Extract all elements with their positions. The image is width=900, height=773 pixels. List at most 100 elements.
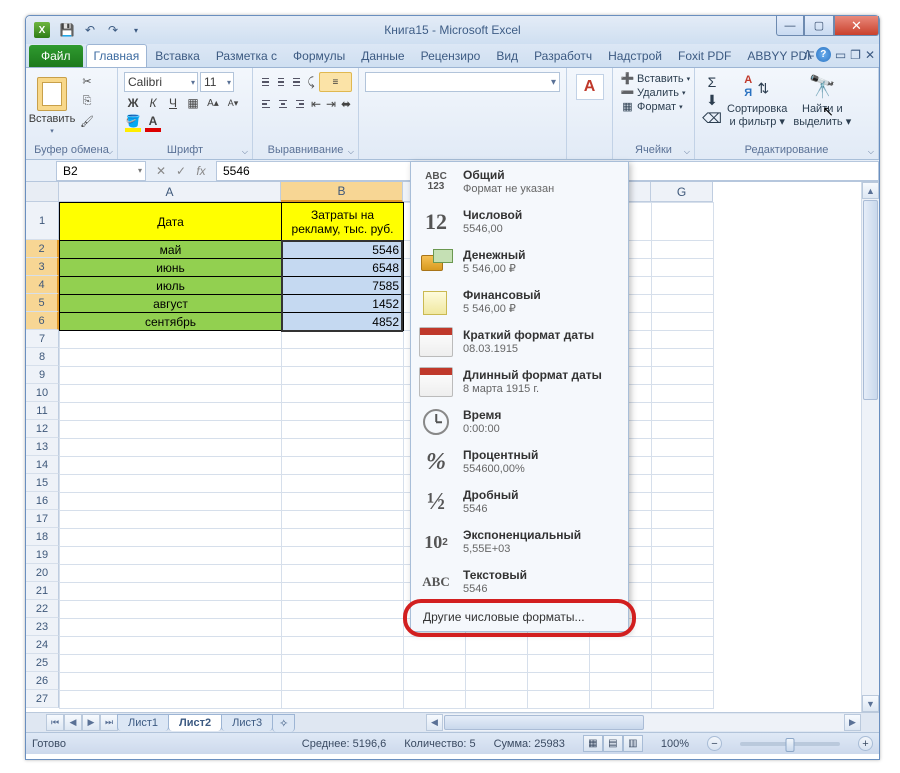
rowhead-25[interactable]: 25 [26, 654, 59, 672]
rowhead-21[interactable]: 21 [26, 582, 59, 600]
qat-redo-icon[interactable]: ↷ [103, 20, 123, 40]
rowhead-4[interactable]: 4 [26, 276, 59, 294]
tab-addins[interactable]: Надстрой [600, 44, 670, 67]
rowhead-19[interactable]: 19 [26, 546, 59, 564]
align-right-button[interactable] [293, 95, 307, 113]
rowhead-2[interactable]: 2 [26, 240, 59, 258]
border-button[interactable]: ▦ [184, 94, 202, 112]
sheet-nav-first[interactable]: ⏮ [46, 714, 64, 731]
format-fraction[interactable]: ½ Дробный5546 [411, 482, 628, 522]
close-button[interactable]: ✕ [834, 16, 879, 36]
cut-icon[interactable]: ✂ [77, 72, 97, 90]
format-cells-button[interactable]: ▦Формат▾ [621, 100, 686, 113]
rowhead-1[interactable]: 1 [26, 202, 59, 240]
cell-b4[interactable]: 7585 [282, 277, 404, 295]
find-select-button[interactable]: 🔭 Найти и выделить ▾ [793, 72, 851, 129]
hscroll-thumb[interactable] [444, 715, 644, 730]
tab-data[interactable]: Данные [353, 44, 412, 67]
format-currency[interactable]: Денежный5 546,00 ₽ [411, 242, 628, 282]
align-middle-button[interactable] [275, 73, 288, 91]
vertical-scrollbar[interactable]: ▲ ▼ [861, 182, 879, 712]
rowhead-22[interactable]: 22 [26, 600, 59, 618]
sheet-nav-next[interactable]: ▶ [82, 714, 100, 731]
format-scientific[interactable]: 102 Экспоненциальный5,55E+03 [411, 522, 628, 562]
cell-a3[interactable]: июнь [60, 259, 282, 277]
rowhead-13[interactable]: 13 [26, 438, 59, 456]
format-short-date[interactable]: Краткий формат даты08.03.1915 [411, 322, 628, 362]
fill-color-button[interactable]: 🪣 [124, 114, 142, 132]
format-painter-icon[interactable]: 🖌 [77, 112, 97, 130]
scroll-right-button[interactable]: ▶ [844, 714, 861, 731]
cell-a5[interactable]: август [60, 295, 282, 313]
cell-b3[interactable]: 6548 [282, 259, 404, 277]
rowhead-11[interactable]: 11 [26, 402, 59, 420]
rowhead-23[interactable]: 23 [26, 618, 59, 636]
cancel-formula-icon[interactable]: ✕ [152, 164, 170, 178]
format-general[interactable]: ABC 123 ОбщийФормат не указан [411, 162, 628, 202]
cell-b2[interactable]: 5546 [282, 241, 404, 259]
italic-button[interactable]: К [144, 94, 162, 112]
tab-review[interactable]: Рецензиро [413, 44, 489, 67]
rowhead-8[interactable]: 8 [26, 348, 59, 366]
zoom-level[interactable]: 100% [661, 738, 689, 750]
doc-restore-icon[interactable]: ❐ [850, 48, 861, 62]
cell-a1[interactable]: Дата [60, 203, 282, 241]
tab-foxit[interactable]: Foxit PDF [670, 44, 739, 67]
copy-icon[interactable]: ⎘ [77, 92, 97, 110]
sheet-tab-3[interactable]: Лист3 [221, 714, 273, 731]
align-center-button[interactable] [276, 95, 290, 113]
tab-pagelayout[interactable]: Разметка с [208, 44, 285, 67]
more-number-formats[interactable]: Другие числовые форматы... [411, 602, 628, 631]
rowhead-12[interactable]: 12 [26, 420, 59, 438]
cell-b6[interactable]: 4852 [282, 313, 404, 331]
rowhead-10[interactable]: 10 [26, 384, 59, 402]
fx-icon[interactable]: fx [192, 164, 210, 178]
name-box[interactable]: B2 [56, 161, 146, 181]
tab-file[interactable]: Файл [29, 45, 83, 67]
doc-close-icon[interactable]: ✕ [865, 48, 875, 62]
zoom-out-button[interactable]: − [707, 736, 722, 751]
zoom-slider[interactable] [740, 742, 840, 746]
format-percent[interactable]: % Процентный554600,00% [411, 442, 628, 482]
shrink-font-button[interactable]: A▾ [224, 94, 242, 112]
cell-styles-button[interactable]: A [576, 74, 604, 100]
format-time[interactable]: Время0:00:00 [411, 402, 628, 442]
rowhead-5[interactable]: 5 [26, 294, 59, 312]
fill-icon[interactable]: ⬇ [703, 92, 721, 108]
rowhead-6[interactable]: 6 [26, 312, 59, 330]
maximize-button[interactable]: ▢ [804, 16, 834, 36]
view-pagebreak-button[interactable]: ▥ [623, 735, 643, 752]
colhead-a[interactable]: A [59, 182, 281, 202]
rowhead-15[interactable]: 15 [26, 474, 59, 492]
scroll-thumb[interactable] [863, 200, 878, 400]
enter-formula-icon[interactable]: ✓ [172, 164, 190, 178]
rowhead-24[interactable]: 24 [26, 636, 59, 654]
scroll-up-button[interactable]: ▲ [862, 182, 879, 199]
colhead-g[interactable]: G [651, 182, 713, 202]
delete-cells-button[interactable]: ➖Удалить▾ [621, 86, 686, 99]
font-size-combo[interactable]: 11 [200, 72, 234, 92]
clear-icon[interactable]: ⌫ [703, 110, 721, 126]
zoom-in-button[interactable]: + [858, 736, 873, 751]
font-color-button[interactable]: A [144, 114, 162, 132]
align-top-button[interactable] [259, 73, 272, 91]
format-number[interactable]: 12 Числовой5546,00 [411, 202, 628, 242]
rowhead-3[interactable]: 3 [26, 258, 59, 276]
rowhead-20[interactable]: 20 [26, 564, 59, 582]
new-sheet-button[interactable]: ✧ [272, 714, 295, 732]
orientation-button[interactable]: ⤹ [306, 73, 316, 91]
view-pagelayout-button[interactable]: ▤ [603, 735, 623, 752]
help-icon[interactable]: ? [816, 47, 831, 62]
rowhead-16[interactable]: 16 [26, 492, 59, 510]
horizontal-scrollbar[interactable]: ◀ ▶ [426, 714, 861, 731]
scroll-left-button[interactable]: ◀ [426, 714, 443, 731]
underline-button[interactable]: Ч [164, 94, 182, 112]
cell-a2[interactable]: май [60, 241, 282, 259]
paste-button[interactable]: Вставить ▾ [30, 70, 74, 142]
align-left-button[interactable] [259, 95, 273, 113]
qat-undo-icon[interactable]: ↶ [80, 20, 100, 40]
decrease-indent-button[interactable]: ⇤ [310, 95, 322, 113]
sheet-nav-last[interactable]: ⏭ [100, 714, 118, 731]
view-normal-button[interactable]: ▦ [583, 735, 603, 752]
rowhead-26[interactable]: 26 [26, 672, 59, 690]
